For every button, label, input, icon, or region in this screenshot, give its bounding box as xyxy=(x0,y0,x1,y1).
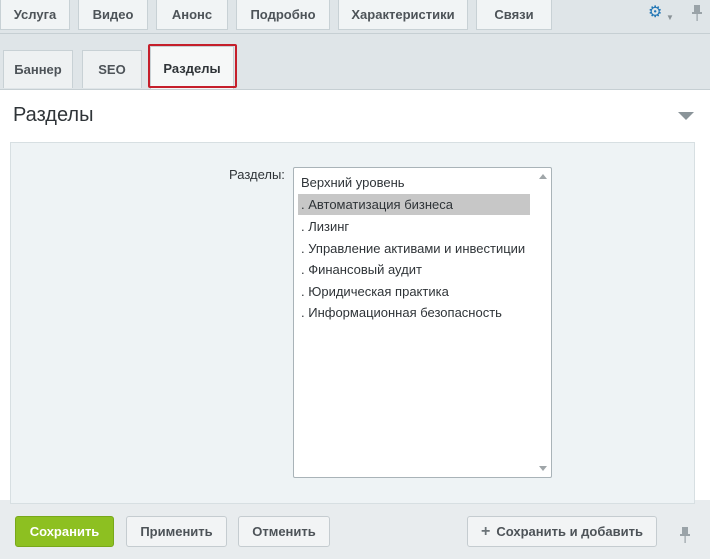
list-item-selected[interactable]: . Автоматизация бизнеса xyxy=(298,194,530,215)
tab-video[interactable]: Видео xyxy=(78,0,148,30)
sub-tab-bar: Баннер SEO Разделы xyxy=(0,34,710,90)
save-and-add-button[interactable]: + Сохранить и добавить xyxy=(467,516,657,547)
pin-icon[interactable] xyxy=(690,3,704,23)
collapse-arrow-icon[interactable] xyxy=(678,112,694,120)
list-item[interactable]: . Управление активами и инвестиции xyxy=(298,238,530,259)
sections-listbox[interactable]: Верхний уровень . Автоматизация бизнеса … xyxy=(293,167,552,478)
tab-anons[interactable]: Анонс xyxy=(156,0,228,30)
list-item[interactable]: Верхний уровень xyxy=(298,172,530,193)
form-area: Разделы: Верхний уровень . Автоматизация… xyxy=(10,142,695,504)
sections-field-label: Разделы: xyxy=(229,167,285,182)
apply-button[interactable]: Применить xyxy=(126,516,227,547)
cancel-button[interactable]: Отменить xyxy=(238,516,330,547)
tab-podrobno[interactable]: Подробно xyxy=(236,0,330,30)
plus-icon: + xyxy=(481,522,491,540)
tab-svyazi[interactable]: Связи xyxy=(476,0,552,30)
section-title: Разделы xyxy=(13,104,94,126)
tab-usluga[interactable]: Услуга xyxy=(0,0,70,30)
list-item[interactable]: . Финансовый аудит xyxy=(298,259,530,280)
tab-harakteristiki[interactable]: Характеристики xyxy=(338,0,468,30)
save-button[interactable]: Сохранить xyxy=(15,516,114,547)
subtab-razdely[interactable]: Разделы xyxy=(150,46,234,89)
section-panel: Разделы Разделы: Верхний уровень . Автом… xyxy=(0,90,710,504)
list-item[interactable]: . Информационная безопасность xyxy=(298,302,530,323)
caret-down-icon: ▼ xyxy=(666,13,674,22)
listbox-scrollbar[interactable] xyxy=(535,169,550,476)
scroll-down-icon[interactable] xyxy=(539,466,547,471)
save-and-add-label: Сохранить и добавить xyxy=(496,524,643,539)
list-item[interactable]: . Лизинг xyxy=(298,216,530,237)
scroll-up-icon[interactable] xyxy=(539,174,547,179)
gear-icon[interactable]: ⚙ ▼ xyxy=(648,5,674,23)
top-tab-bar: Услуга Видео Анонс Подробно Характеристи… xyxy=(0,0,710,34)
subtab-banner[interactable]: Баннер xyxy=(3,50,73,88)
list-item[interactable]: . Юридическая практика xyxy=(298,281,530,302)
pin-icon[interactable] xyxy=(678,525,692,545)
subtab-seo[interactable]: SEO xyxy=(82,50,142,88)
